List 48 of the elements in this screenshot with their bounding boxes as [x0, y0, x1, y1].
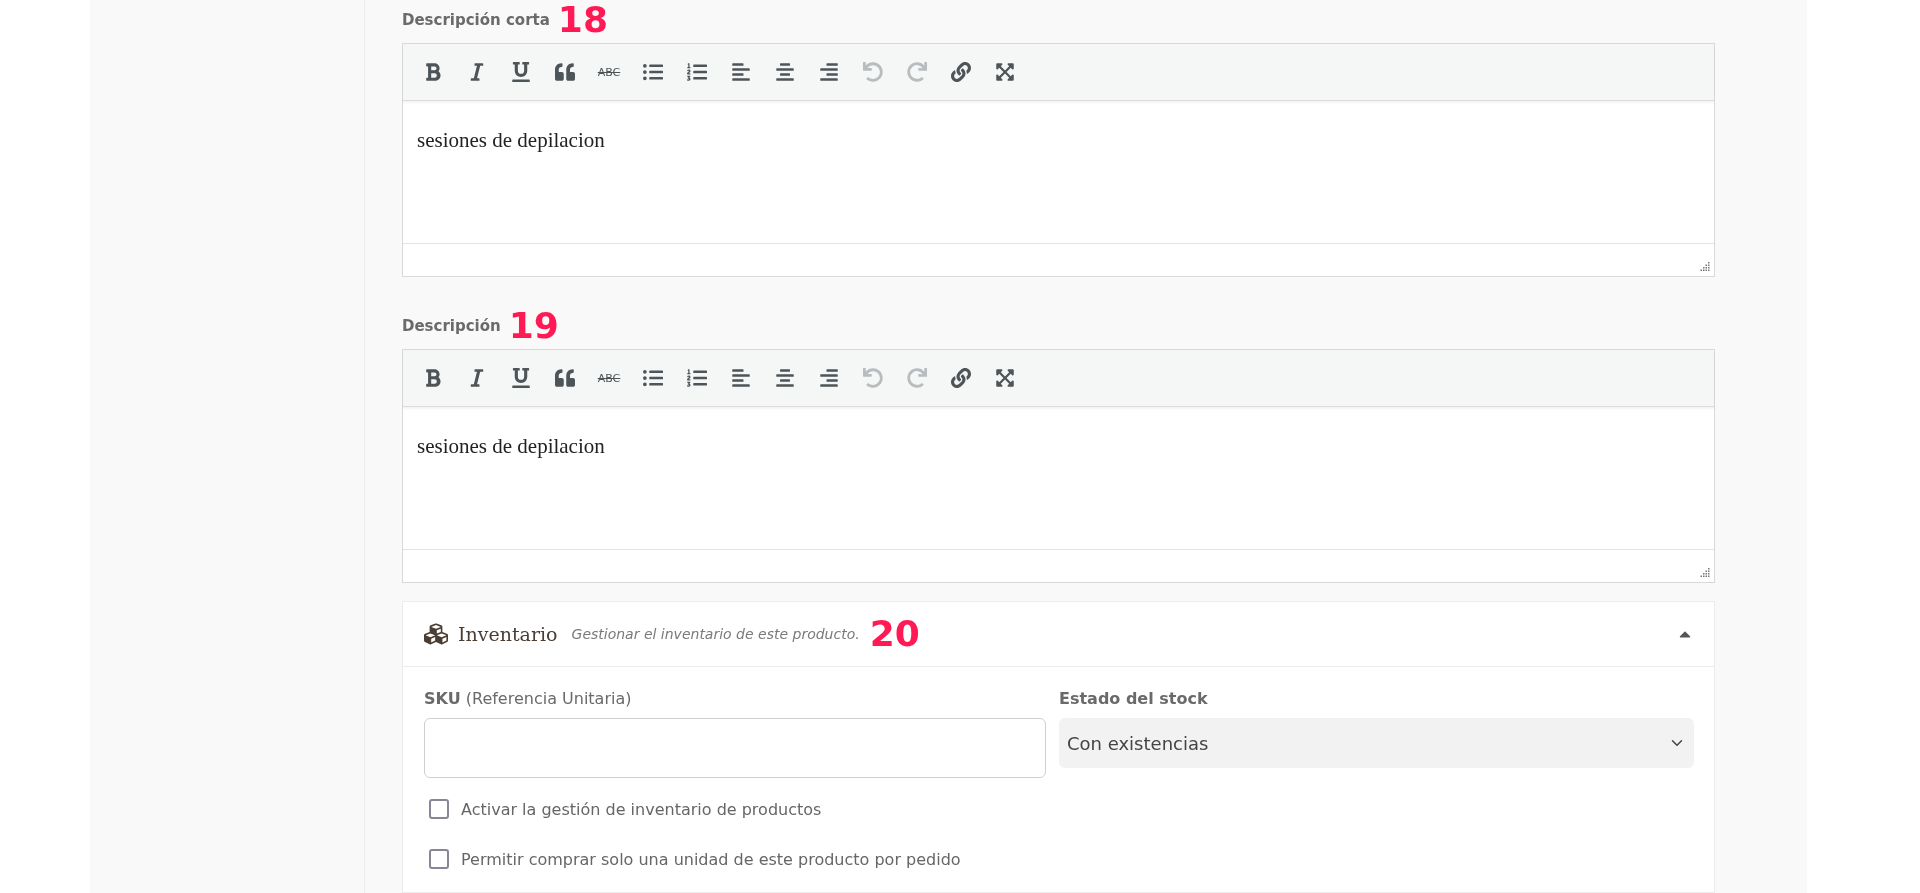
step-number: 18 — [557, 2, 608, 38]
numbered-list-icon — [687, 368, 707, 388]
bulleted-list-icon — [643, 62, 663, 82]
underline-icon — [511, 368, 531, 388]
field-label: SKU (Referencia Unitaria) — [424, 689, 633, 708]
rich-text-editor[interactable]: ABC sesiones de depilacion — [402, 349, 1715, 583]
panel-subtitle: Gestionar el inventario de este producto. — [571, 626, 860, 642]
checkbox-label: Activar la gestión de inventario de productos — [461, 799, 822, 819]
fullscreen-icon — [995, 62, 1015, 82]
align-left-icon — [731, 368, 751, 388]
quote-icon — [555, 62, 575, 82]
rich-text-editor[interactable]: ABC sesiones de depilacion — [402, 43, 1715, 277]
resize-grip-icon[interactable] — [1700, 568, 1710, 578]
checkbox[interactable] — [429, 849, 449, 869]
sku-input[interactable] — [424, 718, 1046, 778]
redo-icon — [907, 368, 927, 388]
redo-icon — [907, 62, 927, 82]
fullscreen-icon — [995, 368, 1015, 388]
step-number: 20 — [869, 616, 920, 652]
stock-status-select[interactable]: Con existencias — [1059, 718, 1694, 768]
align-right-icon — [819, 368, 839, 388]
align-right-icon — [819, 62, 839, 82]
link-icon — [951, 368, 971, 388]
quote-icon — [555, 368, 575, 388]
editor-text[interactable]: sesiones de depilacion — [403, 407, 1714, 549]
align-center-icon — [775, 368, 795, 388]
checkbox-label: Permitir comprar solo una unidad de este producto por pedido — [461, 849, 961, 869]
strikethrough-button[interactable]: ABC — [587, 52, 631, 92]
cubes-icon — [424, 622, 448, 646]
align-left-icon — [731, 62, 751, 82]
field-label: Descripción — [402, 317, 501, 335]
undo-icon — [863, 62, 883, 82]
checkbox[interactable] — [429, 799, 449, 819]
align-center-icon — [775, 62, 795, 82]
resize-grip-icon[interactable] — [1700, 262, 1710, 272]
bulleted-list-icon — [643, 368, 663, 388]
undo-icon — [863, 368, 883, 388]
underline-icon — [511, 62, 531, 82]
panel-title: Inventario — [458, 623, 558, 645]
bold-icon — [423, 368, 443, 388]
bold-icon — [423, 62, 443, 82]
field-label: Estado del stock — [1059, 689, 1209, 708]
field-label: Descripción corta — [402, 11, 550, 29]
link-icon — [951, 62, 971, 82]
numbered-list-icon — [687, 62, 707, 82]
step-number: 19 — [508, 308, 559, 344]
editor-text[interactable]: sesiones de depilacion — [403, 101, 1714, 243]
strikethrough-button[interactable]: ABC — [587, 358, 631, 398]
